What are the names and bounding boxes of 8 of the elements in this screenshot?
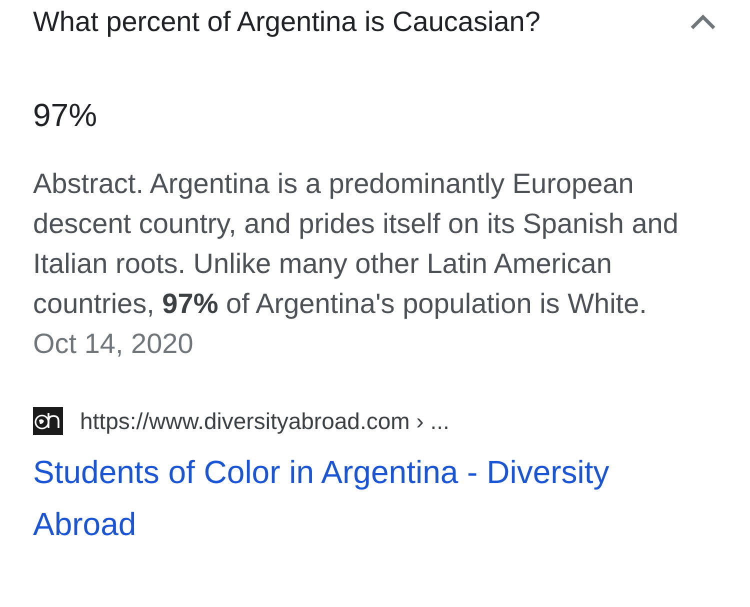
chevron-up-icon bbox=[690, 14, 716, 30]
answer-text: 97% bbox=[33, 97, 98, 133]
result-title-link[interactable]: Students of Color in Argentina - Diversity Abroad bbox=[33, 446, 673, 550]
site-logo-icon bbox=[33, 407, 63, 435]
question-header[interactable]: What percent of Argentina is Caucasian? bbox=[33, 0, 720, 44]
date-text: Oct 14, 2020 bbox=[33, 327, 194, 361]
source-url: https://www.diversityabroad.com › ... bbox=[80, 407, 450, 435]
snippet-text: Abstract. Argentina is a predominantly European descent country, and prides itself on its Spanish and Italian roots. Unlike many other Latin American countries, 97% of Argentina's population is White. bbox=[33, 167, 680, 321]
